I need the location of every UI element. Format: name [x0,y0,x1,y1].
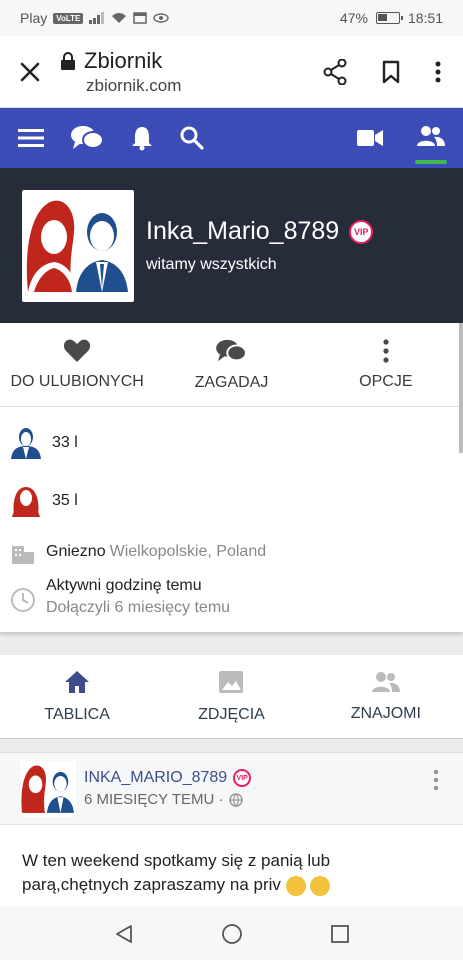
male-age: 33 l [52,434,78,451]
clock-icon [11,588,35,612]
location-row: Gniezno Wielkopolskie, Poland [10,540,266,564]
female-age-row: 35 l [10,485,78,517]
users-icon[interactable] [417,125,445,147]
favorite-button[interactable]: DO ULUBIONYCH [0,323,154,406]
profile-tabs: TABLICA ZDJĘCIA ZNAJOMI [0,655,463,739]
man-icon [11,428,41,459]
wall-post: INKA_MARIO_8789 VIP 6 MIESIĘCY TEMU · W … [0,752,463,907]
battery-percent: 47% [339,10,368,26]
more-vertical-icon[interactable] [435,61,441,83]
city-icon [12,546,34,564]
volte-badge: VoLTE [53,12,84,24]
options-label: OPCJE [359,372,413,390]
profile-actions: DO ULUBIONYCH ZAGADAJ OPCJE [0,323,463,407]
post-options-button[interactable] [433,769,439,796]
last-active: Aktywni godzinę temu [46,577,202,594]
wifi-icon [112,13,127,23]
couple-avatar-icon [21,764,74,813]
more-vertical-icon [383,338,389,363]
kiss-emoji-icon [310,875,331,896]
chat-icon [216,339,248,361]
couple-avatar-icon [26,200,128,292]
clock: 18:51 [407,10,443,26]
tab-friends[interactable]: ZNAJOMI [309,655,463,738]
video-camera-icon[interactable] [357,129,383,147]
home-circle-icon[interactable] [221,923,243,945]
signal-icon [89,12,105,24]
close-icon[interactable] [19,61,41,83]
favorite-label: DO ULUBIONYCH [10,372,144,390]
screen-icon [133,12,148,24]
post-author-avatar[interactable] [20,760,76,817]
post-vip-badge: VIP [233,769,252,787]
battery-icon [375,12,403,24]
joined-date: Dołączyli 6 miesięcy temu [46,599,231,616]
heart-icon [64,339,91,362]
more-vertical-icon[interactable] [433,769,439,791]
female-age: 35 l [52,492,78,509]
profile-details: 33 l 35 l Gniezno Wielkopolskie, Poland … [0,407,463,633]
profile-header: Inka_Mario_8789 VIP witamy wszystkich [0,168,463,323]
bookmark-icon[interactable] [381,60,401,84]
scrollbar[interactable] [459,323,463,453]
woman-icon [12,487,40,517]
status-bar: Play VoLTE 47% 18:51 [0,0,463,36]
url-block[interactable]: Zbiornik zbiornik.com [60,48,323,96]
eye-icon [153,13,170,23]
grin-emoji-icon [285,875,306,896]
share-icon[interactable] [323,58,347,85]
friends-icon [371,671,400,692]
app-navbar [0,108,463,168]
menu-icon[interactable] [18,128,44,148]
profile-tagline: witamy wszystkich [146,256,277,273]
active-tab-indicator [415,159,447,164]
chat-label: ZAGADAJ [194,373,269,391]
post-text: W ten weekend spotkamy się z panią lub p… [22,851,331,894]
chat-button[interactable]: ZAGADAJ [154,323,308,406]
nav-users-tab[interactable] [415,125,447,164]
region: Wielkopolskie, Poland [109,543,267,560]
carrier-label: Play [20,10,48,26]
post-author-name[interactable]: INKA_MARIO_8789 [84,769,227,787]
image-icon [219,670,244,693]
tab-photos-label: ZDJĘCIA [198,705,265,723]
vip-badge: VIP [349,219,374,244]
bell-icon[interactable] [130,125,154,151]
recents-icon[interactable] [330,924,350,944]
post-time: 6 MIESIĘCY TEMU · [84,791,224,808]
home-icon [65,670,90,693]
profile-username: Inka_Mario_8789 [146,217,340,245]
tab-photos[interactable]: ZDJĘCIA [154,655,308,738]
tab-wall-label: TABLICA [44,705,110,723]
lock-icon [61,51,75,70]
male-age-row: 33 l [10,427,78,459]
activity-row: Aktywni godzinę temu Dołączyli 6 miesięc… [10,577,230,617]
city: Gniezno [46,543,106,560]
search-icon[interactable] [180,126,204,150]
options-button[interactable]: OPCJE [309,323,463,406]
close-tab-button[interactable] [0,61,60,83]
page-url: zbiornik.com [86,75,182,95]
tab-friends-label: ZNAJOMI [350,704,421,722]
system-navbar [0,907,463,960]
page-title: Zbiornik [84,47,163,73]
tab-wall[interactable]: TABLICA [0,655,154,738]
browser-toolbar: Zbiornik zbiornik.com [0,36,463,108]
profile-avatar[interactable] [22,189,134,302]
back-icon[interactable] [114,924,134,944]
messages-icon[interactable] [70,124,104,152]
globe-icon [229,792,244,807]
